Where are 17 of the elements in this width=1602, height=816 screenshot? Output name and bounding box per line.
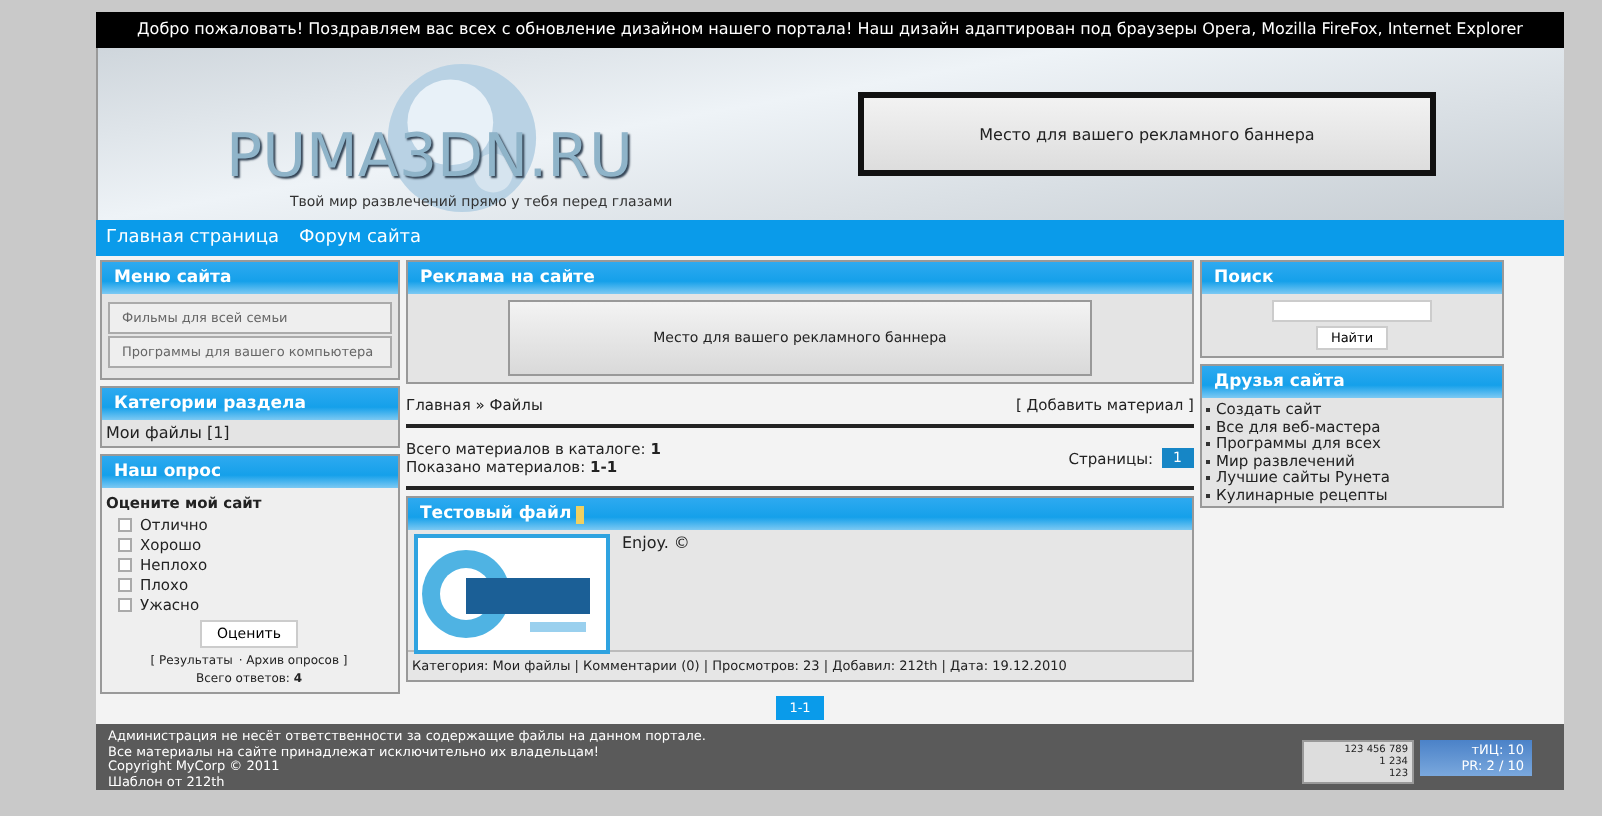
block-title: Меню сайта (102, 262, 398, 294)
radio-button[interactable] (118, 557, 132, 571)
marker-icon (575, 505, 584, 523)
category-link[interactable]: Мои файлы [1] (102, 420, 398, 446)
search-field[interactable] (1272, 300, 1432, 322)
radio-button[interactable] (118, 517, 132, 531)
block-title: Реклама на сайте (408, 262, 1192, 294)
block-title: Друзья сайта (1202, 366, 1502, 398)
banner-placeholder[interactable]: Место для вашего рекламного баннера (858, 92, 1436, 176)
radio-button[interactable] (118, 597, 132, 611)
welcome-text: Добро пожаловать! Поздравляем вас всех с обновление дизайном нашего портала! Наш дизайн адаптирован под браузеры Opera, Mozilla FireFox, Internet Explorer (96, 12, 1564, 48)
block-title: Наш опрос (102, 456, 398, 488)
radio-button[interactable] (118, 577, 132, 591)
radio-button[interactable] (118, 537, 132, 551)
block-title: Категории раздела (102, 388, 398, 420)
entry-text: Enjoy. © (622, 534, 690, 556)
block-title: Поиск (1202, 262, 1502, 294)
